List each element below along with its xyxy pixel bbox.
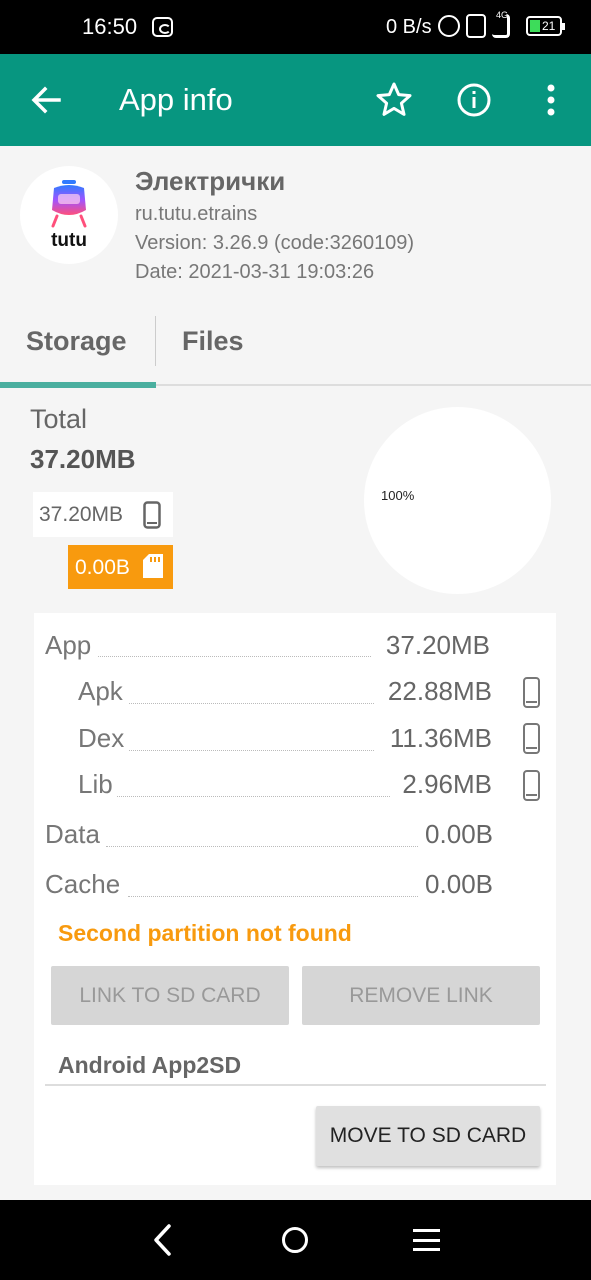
remove-link-button[interactable]: REMOVE LINK <box>302 966 540 1025</box>
google-icon <box>152 17 173 37</box>
train-logo-icon <box>51 180 87 228</box>
phone-icon <box>143 501 161 529</box>
app-icon: tutu <box>20 166 118 264</box>
storage-pie-chart: 100% <box>364 407 551 594</box>
nfc-icon <box>438 15 460 37</box>
status-bar: 16:50 0 B/s 4G 21 <box>0 0 591 54</box>
pie-percent-label: 100% <box>381 488 415 503</box>
app-toolbar: App info <box>0 54 591 146</box>
sd-storage-value: 0.00B <box>75 556 130 579</box>
app-version: Version: 3.26.9 (code:3260109) <box>135 232 415 254</box>
row-lib-label: Lib <box>78 769 113 799</box>
system-nav-bar <box>0 1200 591 1280</box>
tab-divider <box>155 316 156 366</box>
sd-card-icon <box>143 554 163 578</box>
internal-storage-chip: 37.20MB <box>33 492 173 537</box>
app-package: ru.tutu.etrains <box>135 203 258 225</box>
app-icon-label: tutu <box>51 230 87 251</box>
battery-level: 21 <box>542 19 556 33</box>
row-dex-value: 11.36MB <box>389 723 492 753</box>
status-time: 16:50 <box>82 14 138 39</box>
link-sd-card-button[interactable]: LINK TO SD CARD <box>51 966 289 1025</box>
star-outline-icon[interactable] <box>374 80 414 120</box>
tab-storage[interactable]: Storage <box>26 326 127 357</box>
app-name: Электрички <box>135 166 286 196</box>
row-app-label: App <box>45 630 92 660</box>
page-title: App info <box>119 82 233 117</box>
phone-icon <box>523 723 540 754</box>
row-apk-value: 22.88MB <box>387 676 492 706</box>
phone-icon <box>523 770 540 801</box>
row-app-value: 37.20MB <box>385 630 490 660</box>
row-data-leader <box>106 846 418 847</box>
battery-icon: 21 <box>526 16 565 36</box>
nav-back-icon[interactable] <box>150 1222 174 1258</box>
info-icon[interactable] <box>454 80 494 120</box>
partition-warning: Second partition not found <box>58 920 352 946</box>
row-dex-label: Dex <box>78 723 125 753</box>
row-lib-value: 2.96MB <box>402 769 492 799</box>
total-value: 37.20MB <box>30 444 136 474</box>
section-title: Android App2SD <box>58 1052 242 1078</box>
nav-home-icon[interactable] <box>282 1227 308 1253</box>
more-vert-icon[interactable] <box>536 80 566 120</box>
phone-icon <box>523 677 540 708</box>
tab-files[interactable]: Files <box>182 326 244 357</box>
net-speed: 0 B/s <box>386 16 432 38</box>
move-to-sd-card-button[interactable]: MOVE TO SD CARD <box>316 1106 540 1166</box>
row-cache-leader <box>128 896 418 897</box>
row-data-label: Data <box>45 819 100 849</box>
sd-storage-chip: 0.00B <box>68 545 173 589</box>
arrow-back-icon[interactable] <box>26 80 66 120</box>
section-divider <box>45 1084 546 1086</box>
row-data-value: 0.00B <box>425 819 493 849</box>
row-cache-label: Cache <box>45 869 121 899</box>
total-label: Total <box>30 404 88 434</box>
internal-storage-value: 37.20MB <box>39 503 124 526</box>
row-cache-value: 0.00B <box>425 869 493 899</box>
tab-indicator <box>0 382 156 388</box>
nav-recents-icon[interactable] <box>413 1229 440 1251</box>
network-type: 4G <box>496 10 509 20</box>
row-apk-label: Apk <box>78 676 123 706</box>
vibrate-icon <box>466 14 486 38</box>
app-date: Date: 2021-03-31 19:03:26 <box>135 261 375 283</box>
